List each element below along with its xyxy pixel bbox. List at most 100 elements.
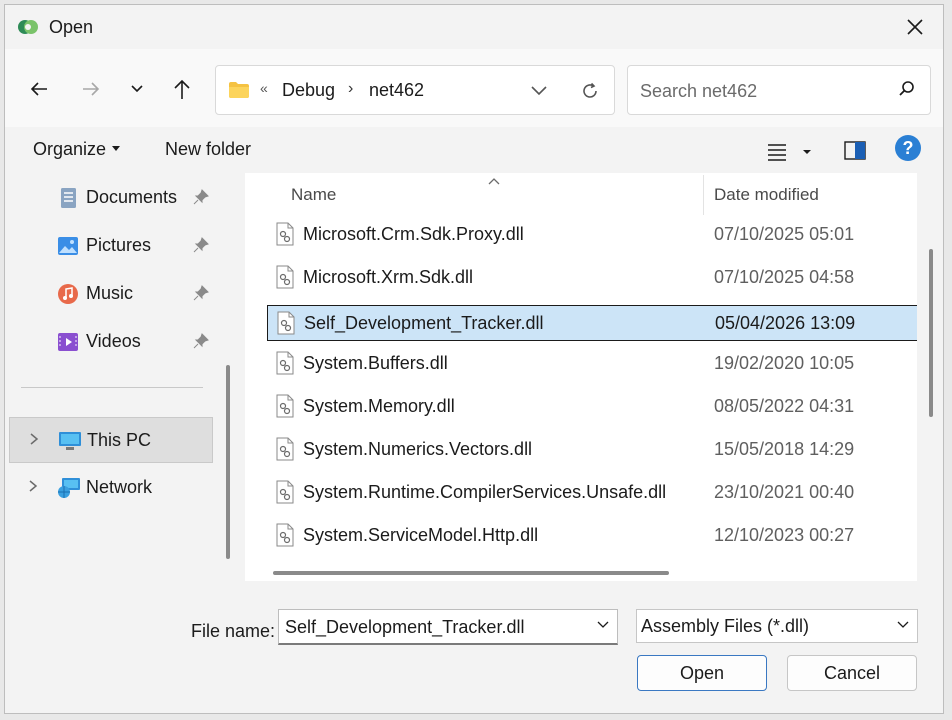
search-input[interactable]: [638, 78, 882, 104]
sidebar-item-label: Pictures: [86, 235, 152, 255]
file-row[interactable]: Microsoft.Crm.Sdk.Proxy.dll 07/10/2025 0…: [267, 217, 917, 253]
sidebar-item-label: Music: [86, 283, 134, 303]
organize-button[interactable]: Organize: [33, 139, 121, 160]
address-bar[interactable]: « Debug › net462: [215, 65, 615, 115]
file-date-modified: 12/10/2023 00:27: [714, 525, 855, 545]
help-icon: ?: [902, 137, 914, 158]
search-box[interactable]: [627, 65, 931, 115]
forward-button[interactable]: [75, 73, 107, 105]
file-row[interactable]: Microsoft.Xrm.Sdk.dll 07/10/2025 04:58: [267, 260, 917, 296]
back-button[interactable]: [23, 73, 55, 105]
documents-icon: [57, 187, 79, 209]
horizontal-scrollbar[interactable]: [273, 571, 669, 575]
column-separator[interactable]: [703, 175, 704, 215]
recent-locations-button[interactable]: [121, 73, 153, 105]
dll-file-icon: [275, 265, 295, 294]
file-row[interactable]: System.Memory.dll 08/05/2022 04:31: [267, 389, 917, 425]
refresh-icon: [583, 82, 597, 98]
sidebar-item-this-pc[interactable]: This PC: [9, 417, 213, 463]
up-button[interactable]: [166, 73, 198, 105]
file-date-modified: 15/05/2018 14:29: [714, 439, 855, 459]
sidebar-item-pictures[interactable]: Pictures: [9, 223, 213, 269]
sidebar-item-network[interactable]: Network: [9, 465, 213, 511]
dll-file-icon: [275, 437, 295, 466]
file-date-modified: 07/10/2025 04:58: [714, 267, 855, 287]
dialog-footer: File name: Assembly Files (*.dll) Open C…: [5, 581, 943, 713]
file-row[interactable]: System.Buffers.dll 19/02/2020 10:05: [267, 346, 917, 382]
dll-file-icon: [275, 394, 295, 423]
sidebar-item-label: Documents: [86, 187, 178, 207]
preview-pane-icon: [844, 141, 866, 160]
file-row[interactable]: System.ServiceModel.Http.dll 12/10/2023 …: [267, 518, 917, 554]
file-name: Microsoft.Xrm.Sdk.dll: [303, 267, 474, 287]
file-date-modified: 07/10/2025 05:01: [714, 224, 855, 244]
dll-file-icon: [275, 523, 295, 552]
file-name: Self_Development_Tracker.dll: [304, 313, 544, 333]
dll-file-icon: [275, 480, 295, 509]
file-name-combobox[interactable]: [278, 609, 618, 645]
file-name-input[interactable]: [283, 616, 587, 639]
open-button[interactable]: Open: [637, 655, 767, 691]
computer-icon: [58, 430, 81, 452]
command-bar: Organize New folder ?: [5, 127, 943, 173]
chevron-down-icon: [131, 85, 143, 93]
expand-chevron-icon[interactable]: [27, 479, 39, 498]
navigation-pane-scrollbar[interactable]: [226, 365, 230, 559]
arrow-right-icon: [83, 82, 100, 96]
sidebar-item-documents[interactable]: Documents: [9, 175, 213, 221]
close-button[interactable]: [895, 11, 935, 43]
file-date-modified: 05/04/2026 13:09: [715, 313, 856, 333]
cancel-button[interactable]: Cancel: [787, 655, 917, 691]
vertical-scrollbar[interactable]: [929, 249, 933, 417]
window-title: Open: [49, 17, 94, 37]
pin-icon: [193, 189, 209, 210]
file-type-value: Assembly Files (*.dll): [641, 616, 810, 636]
file-name-label: File name:: [191, 621, 276, 641]
file-row[interactable]: System.Numerics.Vectors.dll 15/05/2018 1…: [267, 432, 917, 468]
chevron-down-icon: [895, 618, 911, 637]
view-options-button[interactable]: [765, 137, 813, 165]
title-bar: Open: [5, 5, 943, 49]
file-name: System.Numerics.Vectors.dll: [303, 439, 533, 459]
column-header-date-modified[interactable]: Date modified: [714, 185, 819, 205]
file-name: System.ServiceModel.Http.dll: [303, 525, 539, 545]
sidebar-item-videos[interactable]: Videos: [9, 319, 213, 365]
sort-ascending-icon: [487, 173, 501, 191]
preview-pane-button[interactable]: [841, 137, 869, 165]
new-folder-button[interactable]: New folder: [165, 139, 251, 160]
file-name: System.Runtime.CompilerServices.Unsafe.d…: [303, 482, 667, 502]
dll-file-icon: [275, 351, 295, 380]
address-dropdown-button[interactable]: [526, 78, 552, 104]
file-list: Name Date modified Microsoft.Crm.Sdk.Pro…: [245, 173, 917, 581]
file-name: System.Buffers.dll: [303, 353, 448, 373]
expand-chevron-icon[interactable]: [28, 432, 40, 451]
address-overflow-chevron[interactable]: «: [260, 80, 268, 96]
navigation-bar: « Debug › net462: [5, 49, 943, 127]
file-type-select[interactable]: Assembly Files (*.dll): [636, 609, 918, 643]
breadcrumb-debug[interactable]: Debug: [282, 80, 335, 101]
folder-icon: [228, 81, 250, 104]
file-name: System.Memory.dll: [303, 396, 455, 416]
file-date-modified: 08/05/2022 04:31: [714, 396, 855, 416]
sidebar-item-label: This PC: [87, 430, 152, 450]
file-row-selected[interactable]: Self_Development_Tracker.dll 05/04/2026 …: [267, 305, 917, 341]
pin-icon: [193, 237, 209, 258]
open-dialog: Open « Debug › net462 Search net462 Orga…: [4, 4, 944, 714]
caret-down-icon: [112, 145, 121, 151]
column-header-name[interactable]: Name: [291, 185, 336, 205]
chevron-down-icon: [531, 86, 547, 96]
pin-icon: [193, 333, 209, 354]
sidebar-item-music[interactable]: Music: [9, 271, 213, 317]
videos-icon: [57, 331, 79, 353]
breadcrumb-separator[interactable]: ›: [348, 80, 353, 98]
search-icon[interactable]: [898, 80, 916, 103]
chevron-down-icon[interactable]: [595, 618, 611, 637]
sidebar-item-label: Videos: [86, 331, 141, 351]
breadcrumb-net462[interactable]: net462: [369, 80, 424, 101]
app-icon: [17, 18, 39, 36]
refresh-button[interactable]: [576, 77, 604, 105]
file-row[interactable]: System.Runtime.CompilerServices.Unsafe.d…: [267, 475, 917, 511]
help-button[interactable]: ?: [895, 135, 921, 161]
pictures-icon: [57, 235, 79, 257]
arrow-left-icon: [30, 82, 47, 96]
